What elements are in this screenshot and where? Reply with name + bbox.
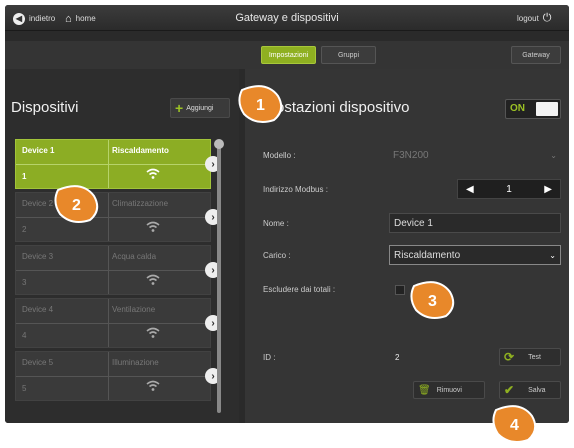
device-number: 1 — [22, 172, 27, 181]
device-name: Device 1 — [22, 146, 55, 155]
test-button[interactable]: ⟳ Test — [499, 348, 561, 366]
modbus-value: 1 — [506, 183, 512, 195]
callout-4: 4 — [492, 405, 537, 443]
page-title: Gateway e dispositivi — [235, 12, 339, 24]
chevron-down-icon: ⌄ — [550, 150, 557, 160]
carico-value: Riscaldamento — [394, 249, 461, 261]
refresh-icon: ⟳ — [504, 350, 515, 364]
wifi-icon — [146, 274, 160, 285]
add-device-button[interactable]: + Aggiungi — [170, 98, 230, 118]
device-list-scrollbar[interactable] — [217, 143, 221, 413]
id-value: 2 — [395, 353, 400, 362]
logout-label: logout — [517, 14, 539, 23]
device-name: Device 4 — [22, 305, 54, 314]
tabs-bar: Impostazioni Gruppi Gateway — [5, 41, 569, 69]
modbus-label: Indirizzo Modbus : — [263, 185, 328, 194]
callout-3: 3 — [410, 281, 455, 319]
wifi-icon — [146, 221, 160, 232]
carico-select[interactable]: Riscaldamento ⌄ — [389, 245, 561, 265]
device-number: 5 — [22, 384, 27, 393]
settings-panel: Impostazioni dispositivo ON Modello : F3… — [245, 69, 569, 423]
add-label: Aggiungi — [186, 104, 214, 112]
device-row[interactable]: Device 2 Climatizzazione 2 › — [15, 192, 221, 242]
top-bar: ◀ indietro ⌂ home Gateway e dispositivi … — [5, 5, 569, 31]
test-label: Test — [528, 353, 541, 361]
modbus-stepper[interactable]: ◀ 1 ▶ — [457, 179, 561, 199]
device-row[interactable]: Device 3 Acqua calda 3 › — [15, 245, 221, 295]
device-row[interactable]: Device 5 Illuminazione 5 › — [15, 351, 221, 401]
plus-icon: + — [175, 100, 184, 116]
nome-value: Device 1 — [394, 217, 433, 229]
device-load: Riscaldamento — [112, 146, 169, 155]
device-name: Device 3 — [22, 252, 54, 261]
device-load: Illuminazione — [112, 358, 159, 367]
devices-panel: Dispositivi + Aggiungi Device 1 Riscalda… — [5, 69, 239, 423]
scrollbar-thumb[interactable] — [214, 139, 224, 149]
devices-heading: Dispositivi — [11, 99, 79, 116]
id-label: ID : — [263, 353, 276, 362]
wifi-icon — [146, 380, 160, 391]
power-icon: ⏻ — [542, 12, 552, 24]
save-label: Salva — [528, 386, 546, 394]
modello-select[interactable]: F3N200 ⌄ — [389, 145, 561, 165]
callout-number: 3 — [428, 293, 437, 310]
device-row[interactable]: Device 4 Ventilazione 4 › — [15, 298, 221, 348]
chevron-down-icon: ⌄ — [549, 250, 556, 260]
wifi-icon — [146, 327, 160, 338]
callout-1: 1 — [238, 85, 283, 123]
decrement-icon[interactable]: ◀ — [466, 184, 474, 195]
escludere-checkbox[interactable] — [395, 285, 405, 295]
device-number: 2 — [22, 225, 27, 234]
device-row[interactable]: Device 1 Riscaldamento 1 › — [15, 139, 221, 189]
on-off-toggle[interactable]: ON — [505, 99, 561, 119]
device-name: Device 2 — [22, 199, 54, 208]
wifi-icon — [146, 168, 160, 179]
trash-icon: 🗑 — [418, 384, 431, 396]
tab-gruppi[interactable]: Gruppi — [321, 46, 376, 64]
callout-number: 2 — [72, 197, 81, 214]
carico-label: Carico : — [263, 251, 291, 260]
remove-label: Rimuovi — [436, 386, 462, 394]
device-list: Device 1 Riscaldamento 1 › Device 2 Clim… — [15, 139, 221, 404]
device-number: 3 — [22, 278, 27, 287]
callout-number: 1 — [256, 97, 265, 114]
gateway-button[interactable]: Gateway — [511, 46, 561, 64]
remove-button[interactable]: 🗑 Rimuovi — [413, 381, 485, 399]
increment-icon[interactable]: ▶ — [544, 184, 552, 195]
toggle-knob — [536, 102, 558, 116]
device-number: 4 — [22, 331, 27, 340]
device-load: Climatizzazione — [112, 199, 169, 208]
tab-impostazioni[interactable]: Impostazioni — [261, 46, 316, 64]
modello-label: Modello : — [263, 151, 296, 160]
device-name: Device 5 — [22, 358, 54, 367]
nome-input[interactable]: Device 1 — [389, 213, 561, 233]
device-load: Acqua calda — [112, 252, 157, 261]
modello-value: F3N200 — [393, 149, 429, 161]
check-icon: ✔ — [504, 383, 515, 397]
callout-2: 2 — [54, 185, 99, 223]
logout-button[interactable]: logout ⏻ — [517, 12, 552, 25]
callout-number: 4 — [510, 417, 519, 434]
save-button[interactable]: ✔ Salva — [499, 381, 561, 399]
device-load: Ventilazione — [112, 305, 156, 314]
nome-label: Nome : — [263, 219, 289, 228]
escludere-label: Escludere dai totali : — [263, 285, 336, 294]
toggle-label: ON — [510, 103, 525, 114]
